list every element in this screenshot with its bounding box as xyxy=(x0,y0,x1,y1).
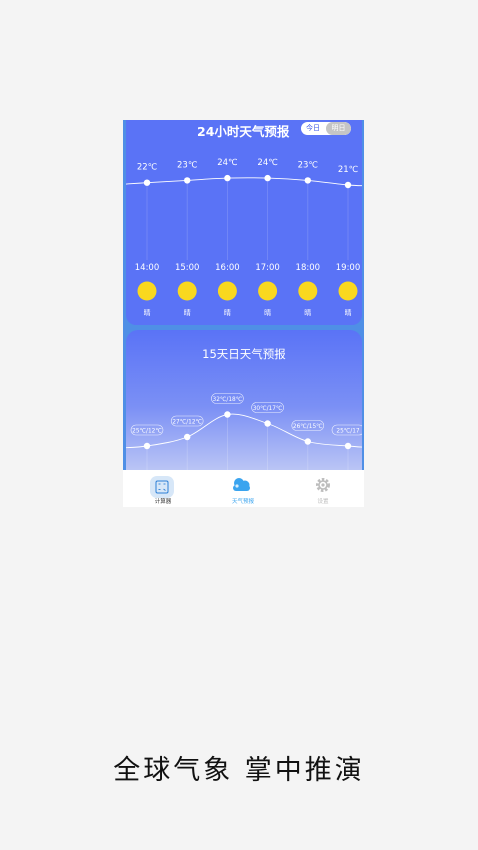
nav-calculator[interactable]: 计算器 xyxy=(133,470,193,507)
hourly-temperature-point xyxy=(304,177,311,184)
nav-weather[interactable]: 天气预报 xyxy=(213,470,273,507)
daily-temperature-label: 26℃/15℃ xyxy=(293,423,323,430)
hourly-condition-label: 晴 xyxy=(264,308,271,317)
daily-temperature-label: 27℃/12℃ xyxy=(172,419,202,426)
sun-icon xyxy=(177,281,197,301)
daily-temperature-label: 32℃/18℃ xyxy=(213,396,243,403)
sun-icon xyxy=(338,281,358,301)
hourly-time-label: 16:00 xyxy=(215,263,240,273)
cloud-icon xyxy=(233,478,250,491)
hourly-forecast-card: 24小时天气预报 今日 明日 22℃ 14:00 晴 23℃ 15:00 晴 24℃ 16:0… xyxy=(126,120,362,325)
nav-calculator-label: 计算器 xyxy=(154,499,172,505)
hourly-condition-label: 晴 xyxy=(345,308,352,317)
nav-weather-label: 天气预报 xyxy=(231,499,254,505)
hourly-temperature-point xyxy=(184,177,191,184)
daily-temperature-chart: 25℃/12℃ 27℃/12℃ 32℃/18℃ 30℃/17℃ 26℃/15℃ 25℃/1… xyxy=(126,393,362,470)
daily-temperature-point xyxy=(143,442,151,450)
daily-temperature-label: 30℃/17℃ xyxy=(253,405,283,412)
daily-temperature-label: 25℃/12℃ xyxy=(132,428,162,435)
bottom-nav: 计算器 天气预报 设置 xyxy=(123,470,364,507)
app-screen: 24小时天气预报 今日 明日 22℃ 14:00 晴 23℃ 15:00 晴 24℃ 16:0… xyxy=(123,120,364,470)
hourly-temperature-chart: 22℃ 14:00 晴 23℃ 15:00 晴 24℃ 16:00 晴 24℃ 17:00 晴 23℃ 1… xyxy=(126,158,362,317)
hourly-temperature-label: 23℃ xyxy=(177,160,198,170)
phone-screenshot: 24小时天气预报 今日 明日 22℃ 14:00 晴 23℃ 15:00 晴 24℃ 16:0… xyxy=(123,120,364,507)
hourly-time-label: 19:00 xyxy=(336,263,361,273)
hourly-temperature-point xyxy=(264,174,271,182)
sun-icon xyxy=(298,281,318,301)
sun-icon xyxy=(137,281,157,301)
hourly-temperature-point xyxy=(143,179,151,186)
daily-temperature-point xyxy=(264,420,271,427)
hourly-temperature-point xyxy=(344,181,352,189)
daily-temperature-label: 25℃/17 xyxy=(336,428,360,435)
hourly-temperature-point xyxy=(224,174,231,182)
hourly-time-label: 18:00 xyxy=(296,263,321,273)
nav-settings-label: 设置 xyxy=(317,499,329,505)
hourly-condition-label: 晴 xyxy=(144,308,151,317)
hourly-temperature-label: 24℃ xyxy=(257,158,278,168)
hourly-temperature-label: 21℃ xyxy=(338,165,359,175)
daily-temperature-point xyxy=(224,411,231,418)
gear-icon xyxy=(316,478,330,492)
hourly-temperature-label: 23℃ xyxy=(298,160,319,170)
daily-forecast-card: 15天日天气预报 25℃/12℃ 27℃/12℃ 32℃/18℃ 30℃/17℃ 26℃… xyxy=(126,330,362,470)
hourly-condition-label: 晴 xyxy=(304,308,311,317)
hourly-time-label: 14:00 xyxy=(135,263,160,273)
promo-caption: 全球气象 掌中推演 xyxy=(113,755,365,786)
nav-settings[interactable]: 设置 xyxy=(293,470,353,507)
sun-icon xyxy=(258,281,278,301)
hourly-temperature-line xyxy=(126,177,362,187)
hourly-condition-label: 晴 xyxy=(224,308,231,317)
hourly-temperature-label: 24℃ xyxy=(217,158,238,168)
daily-temperature-point xyxy=(304,438,311,445)
sun-icon xyxy=(217,281,237,301)
calculator-icon xyxy=(150,476,174,498)
hourly-time-label: 15:00 xyxy=(175,263,200,273)
daily-temperature-point xyxy=(344,442,352,450)
hourly-time-label: 17:00 xyxy=(255,263,280,273)
hourly-temperature-label: 22℃ xyxy=(137,163,158,173)
hourly-condition-label: 晴 xyxy=(184,308,191,317)
daily-temperature-point xyxy=(184,433,191,441)
